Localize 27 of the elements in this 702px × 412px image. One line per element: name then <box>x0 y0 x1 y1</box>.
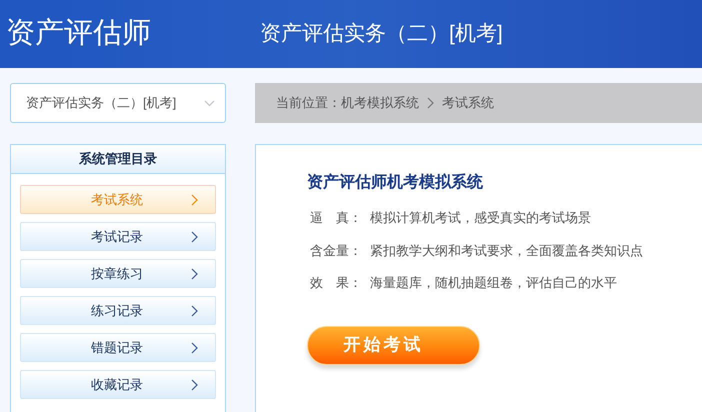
sidebar-title: 系统管理目录 <box>11 145 225 174</box>
breadcrumb-link[interactable]: 机考模拟系统 <box>341 93 419 113</box>
feature-text: 紧扣教学大纲和考试要求，全面覆盖各类知识点 <box>370 242 643 260</box>
sidebar-item[interactable]: 练习记录 <box>20 296 216 325</box>
sidebar-item[interactable]: 收藏记录 <box>20 370 216 399</box>
feature-label: 含金量： <box>310 242 363 260</box>
breadcrumb-link[interactable]: 考试系统 <box>442 93 494 113</box>
chevron-right-icon <box>191 230 198 242</box>
chevron-down-icon <box>204 100 215 106</box>
feature-label: 效 果： <box>310 274 363 292</box>
chevron-right-icon <box>191 194 198 206</box>
chevron-right-icon <box>427 97 434 109</box>
subject-title: 资产评估实务（二）[机考] <box>260 21 503 48</box>
breadcrumb-label: 当前位置： <box>276 94 341 112</box>
subject-select[interactable]: 资产评估实务（二）[机考] <box>10 83 226 123</box>
sidebar-item[interactable]: 按章练习 <box>20 259 216 288</box>
chevron-right-icon <box>191 304 198 316</box>
feature-text: 海量题库，随机抽题组卷，评估自己的水平 <box>370 274 617 292</box>
chevron-right-icon <box>191 378 198 390</box>
system-title: 资产评估师机考模拟系统 <box>307 172 484 193</box>
feature-label: 逼 真： <box>310 209 363 227</box>
feature-text: 模拟计算机考试，感受真实的考试场景 <box>370 209 591 227</box>
sidebar-item[interactable]: 考试记录 <box>20 222 216 251</box>
sidebar-item[interactable]: 错题记录 <box>20 333 216 362</box>
brand-title: 资产评估师 <box>6 16 152 52</box>
chevron-right-icon <box>191 268 198 280</box>
chevron-right-icon <box>191 342 198 354</box>
